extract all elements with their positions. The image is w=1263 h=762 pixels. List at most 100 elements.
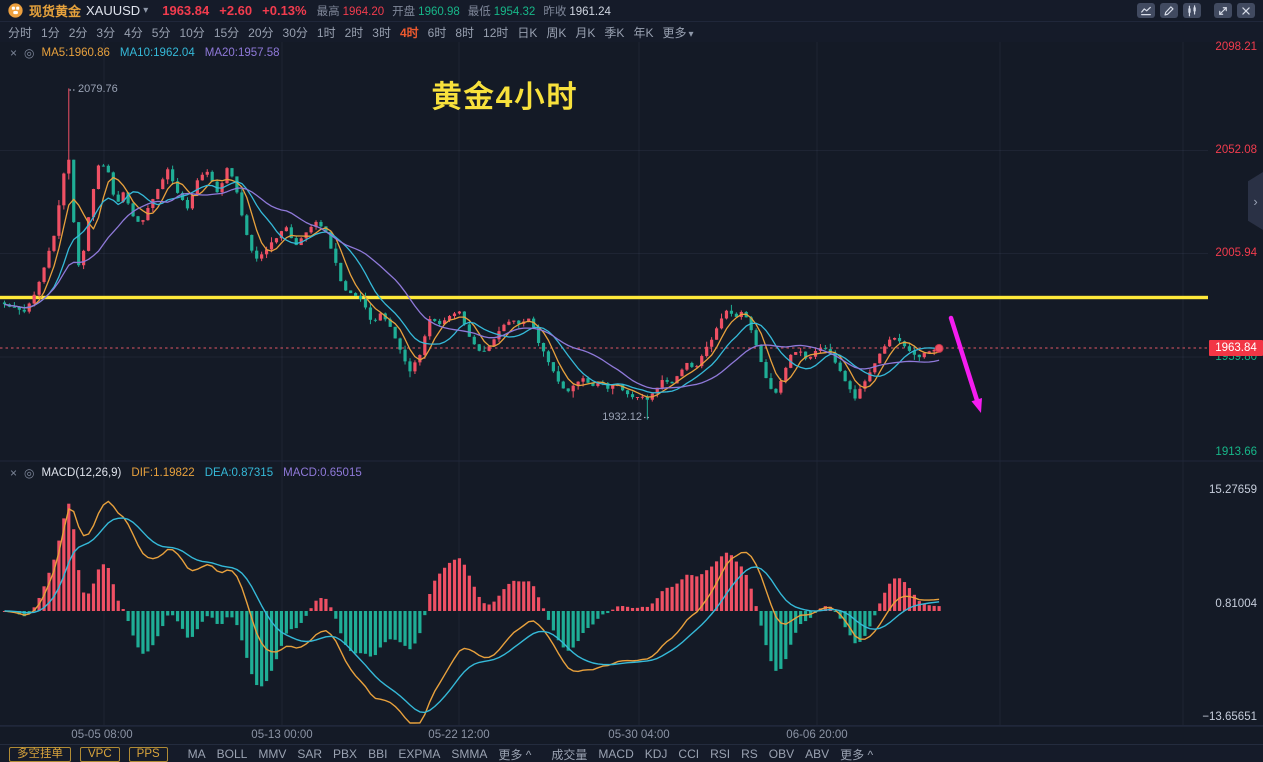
timeframe-bar: 分时 1分 2分 3分 4分 5分 10分 15分 20分 30分 1时 2时 3时 4时 6时 8时 12时日… — [0, 22, 1263, 42]
timeframe-日K[interactable]: 日K — [517, 24, 537, 41]
sub-indicators-more[interactable]: 更多 ^ — [840, 746, 873, 762]
date-label: 06-06 20:00 — [772, 729, 862, 741]
indicator-BOLL[interactable]: BOLL — [217, 747, 248, 761]
expand-icon[interactable] — [1214, 3, 1232, 18]
indicator-SMMA[interactable]: SMMA — [451, 747, 487, 761]
stat-value: 1961.24 — [569, 6, 611, 18]
price-label: 2098.21 — [1187, 41, 1257, 53]
daily-stat: 开盘1960.98 — [392, 4, 460, 18]
sub-indicator-OBV[interactable]: OBV — [769, 747, 794, 761]
timeframe-月K[interactable]: 月K — [575, 24, 595, 41]
sub-indicator-KDJ[interactable]: KDJ — [645, 747, 668, 761]
indicator-PBX[interactable]: PBX — [333, 747, 357, 761]
daily-stat: 昨收1961.24 — [543, 4, 611, 18]
timeframe-6时[interactable]: 6时 — [428, 24, 447, 41]
panel-expand-tab[interactable]: › — [1248, 172, 1263, 230]
timeframe-分时[interactable]: 分时 — [8, 24, 32, 41]
annotation-low: 1932.12 — [594, 411, 642, 423]
stat-value: 1954.32 — [494, 6, 536, 18]
timeframe-30分[interactable]: 30分 — [283, 24, 308, 41]
main-indicators-more[interactable]: 更多 ^ — [498, 746, 531, 762]
current-price-badge: 1963.84 — [1209, 340, 1263, 356]
timeframe-1分[interactable]: 1分 — [41, 24, 60, 41]
ma-settings-icon[interactable]: ◎ — [24, 46, 34, 60]
timeframe-3时[interactable]: 3时 — [372, 24, 391, 41]
indicator-line-icon[interactable] — [1137, 3, 1155, 18]
timeframe-5分[interactable]: 5分 — [152, 24, 171, 41]
timeframe-2分[interactable]: 2分 — [69, 24, 88, 41]
symbol-dropdown-icon[interactable]: ▾ — [143, 5, 148, 16]
date-label: 05-30 04:00 — [594, 729, 684, 741]
ma5-value: MA5:1960.86 — [42, 47, 110, 59]
indicator-SAR[interactable]: SAR — [297, 747, 322, 761]
dea-value: DEA:0.87315 — [205, 467, 273, 479]
macd-legend: × ◎ MACD(12,26,9) DIF:1.19822 DEA:0.8731… — [10, 466, 362, 480]
sub-indicator-RS[interactable]: RS — [741, 747, 758, 761]
stat-label: 开盘 — [392, 6, 415, 18]
window-buttons — [1132, 3, 1255, 18]
draw-icon[interactable] — [1160, 3, 1178, 18]
price-label: 1913.66 — [1187, 446, 1257, 458]
trading-app: 现货黄金 XAUUSD ▾ 1963.84 +2.60 +0.13% 最高196… — [0, 0, 1263, 762]
ma-legend: × ◎ MA5:1960.86 MA10:1962.04 MA20:1957.5… — [10, 46, 280, 60]
sub-indicator-CCI[interactable]: CCI — [678, 747, 699, 761]
indicator-toolbar: 多空挂单 VPC PPS MA BOLL MMV SAR PBX BBI EXPMA SMMA 更多 … — [0, 744, 1263, 762]
indicator-MMV[interactable]: MMV — [258, 747, 286, 761]
timeframe-15分[interactable]: 15分 — [214, 24, 239, 41]
macd-scale-label: −13.65651 — [1187, 711, 1257, 723]
candlestick-icon[interactable] — [1183, 3, 1201, 18]
timeframe-2时[interactable]: 2时 — [345, 24, 364, 41]
timeframe-8时[interactable]: 8时 — [455, 24, 474, 41]
order-button-VPC[interactable]: VPC — [80, 747, 120, 762]
sub-indicator-ABV[interactable]: ABV — [805, 747, 829, 761]
chart-title: 黄金4小时 — [390, 72, 620, 116]
timeframe-3分[interactable]: 3分 — [96, 24, 115, 41]
stat-label: 昨收 — [543, 6, 566, 18]
timeframe-1时[interactable]: 1时 — [317, 24, 336, 41]
timeframe-more[interactable]: 更多▾ — [662, 24, 707, 41]
stat-value: 1964.20 — [343, 6, 385, 18]
ma20-value: MA20:1957.58 — [205, 47, 280, 59]
daily-stat: 最低1954.32 — [468, 4, 536, 18]
chart-canvas[interactable] — [0, 0, 1263, 762]
indicator-MA[interactable]: MA — [188, 747, 206, 761]
ma10-value: MA10:1962.04 — [120, 47, 195, 59]
timeframe-周K[interactable]: 周K — [546, 24, 566, 41]
macd-name: MACD(12,26,9) — [42, 467, 122, 479]
daily-stats: 最高1964.20 开盘1960.98 最低1954.32 昨收1961.24 — [317, 3, 619, 19]
order-button-PPS[interactable]: PPS — [129, 747, 168, 762]
timeframe-4分[interactable]: 4分 — [124, 24, 143, 41]
indicator-BBI[interactable]: BBI — [368, 747, 387, 761]
timeframe-季K[interactable]: 季K — [604, 24, 624, 41]
timeframe-4时[interactable]: 4时 — [400, 24, 419, 41]
sub-indicator-成交量[interactable]: 成交量 — [551, 746, 587, 762]
stat-label: 最低 — [468, 6, 491, 18]
ma-close-icon[interactable]: × — [10, 46, 17, 60]
top-info-bar: 现货黄金 XAUUSD ▾ 1963.84 +2.60 +0.13% 最高196… — [0, 0, 1263, 22]
date-label: 05-13 00:00 — [237, 729, 327, 741]
symbol-name[interactable]: 现货黄金 — [29, 1, 81, 20]
macd-settings-icon[interactable]: ◎ — [24, 466, 34, 480]
close-icon[interactable] — [1237, 3, 1255, 18]
price-change: +2.60 — [219, 3, 252, 18]
macd-close-icon[interactable]: × — [10, 466, 17, 480]
dif-value: DIF:1.19822 — [131, 467, 194, 479]
macd-scale-label: 15.27659 — [1187, 484, 1257, 496]
timeframe-20分[interactable]: 20分 — [248, 24, 273, 41]
macd-scale-label: 0.81004 — [1187, 598, 1257, 610]
caret-down-icon: ▾ — [688, 29, 693, 40]
symbol-logo-icon — [8, 3, 23, 18]
stat-label: 最高 — [317, 6, 340, 18]
price-label: 2005.94 — [1187, 247, 1257, 259]
timeframe-10分[interactable]: 10分 — [179, 24, 204, 41]
sub-indicator-RSI[interactable]: RSI — [710, 747, 730, 761]
order-button-多空挂单[interactable]: 多空挂单 — [9, 747, 71, 762]
timeframe-年K[interactable]: 年K — [633, 24, 653, 41]
indicator-EXPMA[interactable]: EXPMA — [398, 747, 440, 761]
timeframe-12时[interactable]: 12时 — [483, 24, 508, 41]
last-price: 1963.84 — [162, 3, 209, 18]
date-label: 05-05 08:00 — [57, 729, 147, 741]
symbol-code[interactable]: XAUUSD — [86, 3, 140, 18]
sub-indicator-MACD[interactable]: MACD — [598, 747, 633, 761]
price-change-pct: +0.13% — [262, 3, 306, 18]
